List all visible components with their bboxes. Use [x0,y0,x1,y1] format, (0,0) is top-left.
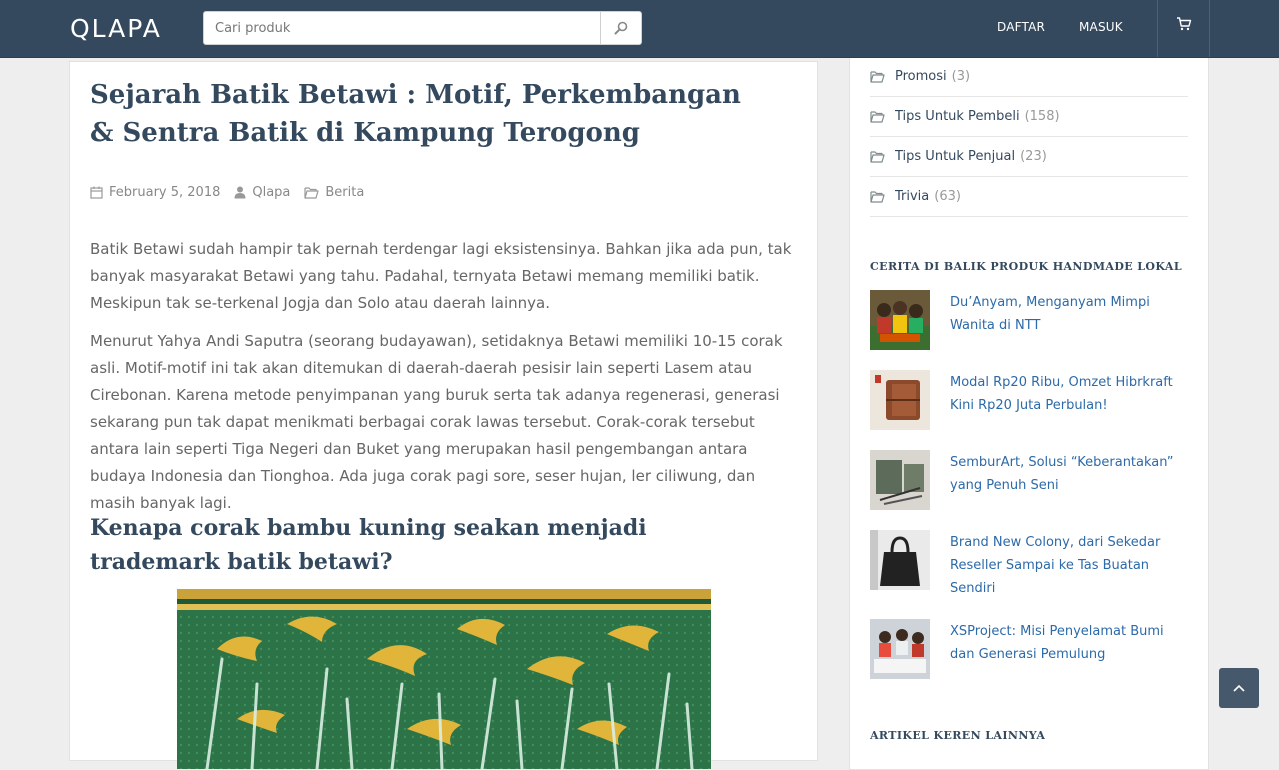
category-name[interactable]: Promosi [895,69,947,84]
story-item: Brand New Colony, dari Sekedar Reseller … [870,530,1190,600]
xsproject-thumb-image [870,619,930,679]
folder-icon [870,110,885,123]
story-link[interactable]: Brand New Colony, dari Sekedar Reseller … [950,531,1190,600]
hibrkraft-thumb-image [870,370,930,430]
category-name[interactable]: Tips Untuk Pembeli [895,109,1020,124]
calendar-icon [90,186,103,199]
nav-divider [1209,0,1210,57]
user-icon [234,186,246,199]
brand-new-colony-thumb-image [870,530,930,590]
back-to-top-button[interactable] [1219,668,1259,708]
search-box [203,11,642,45]
story-link[interactable]: Du’Anyam, Menganyam Mimpi Wanita di NTT [950,291,1190,350]
story-thumbnail[interactable] [870,370,930,430]
category-item[interactable]: Trivia (63) [870,177,1188,217]
sidebar: Promosi (3) Tips Untuk Pembeli (158) Tip… [849,30,1209,770]
folder-icon [870,150,885,163]
cart-icon [1176,17,1191,31]
login-link[interactable]: MASUK [1079,20,1123,34]
folder-icon [870,190,885,203]
article-subheading: Kenapa corak bambu kuning seakan menjadi… [90,515,647,575]
category-name[interactable]: Trivia [895,189,929,204]
category-count: (158) [1024,109,1060,124]
story-thumbnail[interactable] [870,530,930,590]
folder-icon [304,186,319,199]
story-item: Du’Anyam, Menganyam Mimpi Wanita di NTT [870,290,1190,350]
top-navbar: QLAPA DAFTAR MASUK [0,0,1279,58]
semburart-thumb-image [870,450,930,510]
category-name[interactable]: Tips Untuk Penjual [895,149,1015,164]
article-title: Sejarah Batik Betawi : Motif, Perkembang… [90,80,741,148]
category-count: (63) [934,189,961,204]
folder-icon [870,70,885,83]
story-item: XSProject: Misi Penyelamat Bumi dan Gene… [870,619,1190,679]
story-thumbnail[interactable] [870,619,930,679]
widget-title-more-articles: ARTIKEL KEREN LAINNYA [870,729,1046,742]
widget-title-stories: CERITA DI BALIK PRODUK HANDMADE LOKAL [870,260,1182,273]
author-link[interactable]: Qlapa [252,185,290,200]
story-item: SemburArt, Solusi “Keberantakan” yang Pe… [870,450,1190,510]
category-item[interactable]: Promosi (3) [870,57,1188,97]
duanyam-thumb-image [870,290,930,350]
article-meta: February 5, 2018 Qlapa Berita [90,185,378,200]
story-link[interactable]: Modal Rp20 Ribu, Omzet Hibrkraft Kini Rp… [950,371,1190,430]
post-category: Berita [304,185,364,200]
register-link[interactable]: DAFTAR [997,20,1045,34]
category-count: (23) [1020,149,1047,164]
post-date: February 5, 2018 [90,185,220,200]
search-button[interactable] [600,12,641,44]
batik-pattern [177,589,711,769]
article-card: Sejarah Batik Betawi : Motif, Perkembang… [69,61,818,769]
category-item[interactable]: Tips Untuk Penjual (23) [870,137,1188,177]
story-item: Modal Rp20 Ribu, Omzet Hibrkraft Kini Rp… [870,370,1190,430]
search-icon [614,21,628,35]
batik-betawi-image [177,589,711,769]
story-link[interactable]: SemburArt, Solusi “Keberantakan” yang Pe… [950,451,1190,510]
post-author: Qlapa [234,185,290,200]
category-item[interactable]: Tips Untuk Pembeli (158) [870,97,1188,137]
search-input[interactable] [204,12,602,44]
category-count: (3) [951,69,971,84]
story-thumbnail[interactable] [870,290,930,350]
article-paragraph: Menurut Yahya Andi Saputra (seorang buda… [90,332,783,512]
story-link[interactable]: XSProject: Misi Penyelamat Bumi dan Gene… [950,620,1190,679]
post-date-link[interactable]: February 5, 2018 [109,185,220,200]
category-link[interactable]: Berita [325,185,364,200]
chevron-up-icon [1233,684,1245,692]
article-paragraph: Batik Betawi sudah hampir tak pernah ter… [90,240,792,312]
logo[interactable]: QLAPA [70,14,162,44]
story-thumbnail[interactable] [870,450,930,510]
cart-button[interactable] [1158,0,1209,57]
